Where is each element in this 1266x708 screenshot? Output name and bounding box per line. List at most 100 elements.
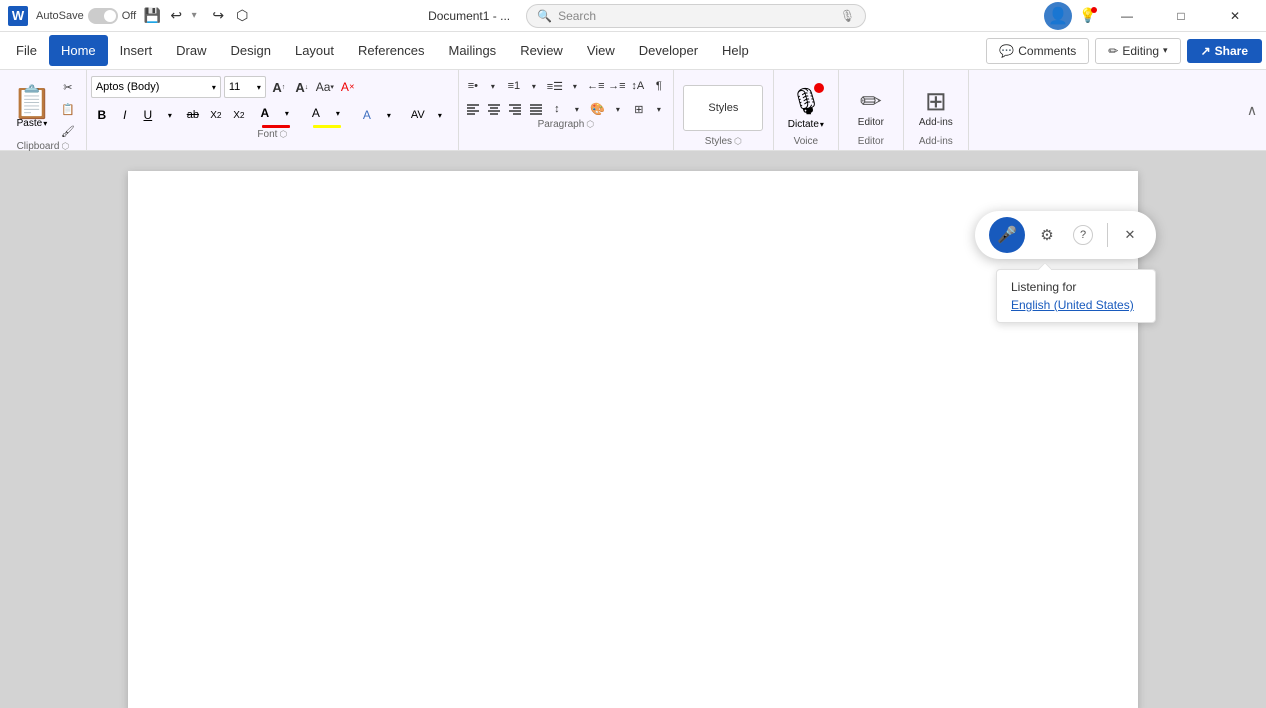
mic-search-icon[interactable]: 🎙 [840,9,855,23]
bullets-dropdown[interactable]: ▾ [483,76,503,96]
editor-label-group: Editor [843,136,899,150]
title-bar-left: W AutoSave Off 💾 ↩ ▾ ↪ ⬡ [8,6,250,26]
close-button[interactable]: ✕ [1212,0,1258,32]
minimize-button[interactable]: — [1104,0,1150,32]
editor-button[interactable]: ✏ Editor [853,83,889,131]
undo-button[interactable]: ↩ [168,8,184,24]
decrease-font-button[interactable]: A↓ [292,77,312,97]
justify-button[interactable] [526,99,546,119]
dictate-button[interactable]: 🎙 Dictate ▾ [780,79,832,134]
bullets-button[interactable]: ≡• [463,76,483,96]
sort-button[interactable]: ↕A [628,76,648,96]
show-marks-button[interactable]: ¶ [649,76,669,96]
align-center-button[interactable] [484,99,504,119]
paragraph-settings-icon[interactable]: ⬡ [586,119,594,130]
menu-draw[interactable]: Draw [164,35,218,66]
subscript-button[interactable]: X2 [205,104,227,126]
char-spacing-area: AV ▾ [404,103,454,127]
font-size-field[interactable]: 11 ▾ [224,76,266,98]
styles-button[interactable]: Styles [683,85,763,131]
borders-dropdown[interactable]: ▾ [649,99,669,119]
dictate-popup: 🎤 ⚙ ? ✕ Listening for English (United St… [975,211,1156,259]
superscript-button[interactable]: X2 [228,104,250,126]
share-button[interactable]: ↗ Share [1187,39,1262,63]
dictate-mic-button[interactable]: 🎤 [989,217,1025,253]
bold-button[interactable]: B [91,104,113,126]
cut-icon: ✂ [63,81,72,94]
cut-button[interactable]: ✂ [58,77,78,97]
menu-layout[interactable]: Layout [283,35,346,66]
borders-button[interactable]: ⊞ [629,99,649,119]
menu-home[interactable]: Home [49,35,108,66]
comments-button[interactable]: 💬 Comments [986,38,1089,64]
font-color-dropdown[interactable]: ▾ [276,102,298,124]
char-spacing-button[interactable]: AV [407,104,429,126]
tooltip-arrow [1037,262,1051,270]
ribbon-collapse-button[interactable]: ∧ [1242,100,1262,120]
change-case-button[interactable]: Aa▾ [315,77,335,97]
styles-content: Styles [683,73,763,136]
dictate-bar: 🎤 ⚙ ? ✕ [975,211,1156,259]
clear-format-button[interactable]: A✕ [338,77,358,97]
shading-dropdown[interactable]: ▾ [608,99,628,119]
paste-dropdown-arrow[interactable]: ▾ [43,119,47,128]
numbering-dropdown[interactable]: ▾ [524,76,544,96]
dictate-dropdown-arrow[interactable]: ▾ [820,120,824,129]
avatar[interactable]: 👤 [1044,2,1072,30]
tooltip-language[interactable]: English (United States) [1011,298,1141,312]
multilevel-dropdown[interactable]: ▾ [565,76,585,96]
redo-button[interactable]: ↪ [210,8,226,24]
menu-developer[interactable]: Developer [627,35,710,66]
paste-button[interactable]: 📋 Paste ▾ [8,84,56,131]
menu-help[interactable]: Help [710,35,761,66]
paragraph-row1: ≡• ▾ ≡1 ▾ ≡☰ ▾ ←≡ →≡ ↕A ¶ [463,76,669,96]
menu-review[interactable]: Review [508,35,575,66]
strikethrough-button[interactable]: ab [182,104,204,126]
line-spacing-button[interactable]: ↕ [547,99,567,119]
highlight-button[interactable]: A [305,102,327,124]
line-spacing-dropdown[interactable]: ▾ [567,99,587,119]
save-button[interactable]: 💾 [144,8,160,24]
char-spacing-dropdown[interactable]: ▾ [429,104,451,126]
text-effects-dropdown[interactable]: ▾ [378,104,400,126]
styles-settings-icon[interactable]: ⬡ [734,136,742,147]
font-settings-icon[interactable]: ⬡ [279,129,287,140]
maximize-button[interactable]: □ [1158,0,1204,32]
undo-dropdown[interactable]: ▾ [186,8,202,24]
dictate-close-button[interactable]: ✕ [1118,223,1142,247]
multilevel-button[interactable]: ≡☰ [545,76,565,96]
decrease-indent-button[interactable]: ←≡ [586,76,606,96]
shading-button[interactable]: 🎨 [588,99,608,119]
format-painter-button[interactable]: 🖌 [58,121,78,141]
menu-insert[interactable]: Insert [108,35,165,66]
font-name-field[interactable]: Aptos (Body) ▾ [91,76,221,98]
autosave-toggle[interactable] [88,8,118,24]
search-box[interactable]: 🔍 Search 🎙 [526,4,866,28]
increase-font-button[interactable]: A↑ [269,77,289,97]
font-color-button[interactable]: A [254,102,276,124]
menu-design[interactable]: Design [219,35,283,66]
customize-button[interactable]: ⬡ [234,8,250,24]
increase-indent-button[interactable]: →≡ [607,76,627,96]
underline-dropdown[interactable]: ▾ [159,104,181,126]
word-logo: W [8,6,28,26]
dictate-settings-button[interactable]: ⚙ [1033,221,1061,249]
text-effects-button[interactable]: A [356,104,378,126]
dictate-help-button[interactable]: ? [1069,221,1097,249]
voice-content: 🎙 Dictate ▾ [780,73,832,136]
italic-button[interactable]: I [114,104,136,126]
menu-view[interactable]: View [575,35,627,66]
menu-references[interactable]: References [346,35,436,66]
addins-button[interactable]: ⊞ Add-ins [914,83,958,131]
numbering-button[interactable]: ≡1 [504,76,524,96]
editing-button[interactable]: ✏ Editing ▾ [1095,38,1180,64]
dictate-tooltip: Listening for English (United States) [996,269,1156,323]
menu-mailings[interactable]: Mailings [437,35,509,66]
copy-button[interactable]: 📋 [58,99,78,119]
clipboard-small: ✂ 📋 🖌 [58,77,78,141]
menu-file[interactable]: File [4,35,49,66]
underline-button[interactable]: U [137,104,159,126]
highlight-dropdown[interactable]: ▾ [327,102,349,124]
align-right-button[interactable] [505,99,525,119]
align-left-button[interactable] [463,99,483,119]
